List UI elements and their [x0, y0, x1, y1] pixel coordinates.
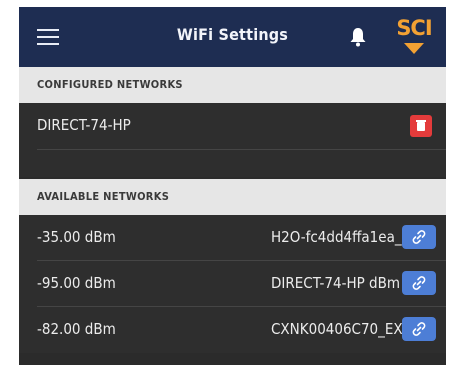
link-icon — [412, 322, 426, 336]
configured-network-ssid: DIRECT-74-HP — [37, 116, 131, 134]
wifi-settings-screen: WiFi Settings SCI CONFIGURED NETWORKS DI… — [19, 7, 446, 365]
link-icon — [412, 230, 426, 244]
configured-network-row[interactable]: DIRECT-74-HP — [19, 103, 446, 149]
network-signal: -82.00 dBm — [37, 320, 116, 338]
sci-logo: SCI — [391, 14, 437, 60]
page-title: WiFi Settings — [176, 25, 289, 44]
configured-spacer — [19, 149, 446, 177]
logo-text: SCI — [396, 16, 432, 40]
bell-icon[interactable] — [347, 26, 369, 48]
available-network-row[interactable]: -95.00 dBm DIRECT-74-HP dBm — [19, 261, 446, 307]
network-signal: -95.00 dBm — [37, 274, 116, 292]
configured-networks-heading: CONFIGURED NETWORKS — [19, 67, 446, 103]
logo-arrow-icon — [404, 43, 424, 54]
available-networks-heading: AVAILABLE NETWORKS — [19, 179, 446, 215]
available-network-row[interactable]: -35.00 dBm H2O-fc4dd4ffa1ea_h — [19, 215, 446, 261]
link-icon — [412, 276, 426, 290]
network-signal: -35.00 dBm — [37, 228, 116, 246]
connect-network-button[interactable] — [402, 225, 436, 249]
app-header: WiFi Settings SCI — [19, 7, 446, 67]
connect-network-button[interactable] — [402, 271, 436, 295]
delete-network-button[interactable] — [410, 115, 432, 137]
available-network-row[interactable]: -82.00 dBm CXNK00406C70_EX3 — [19, 307, 446, 353]
connect-network-button[interactable] — [402, 317, 436, 341]
